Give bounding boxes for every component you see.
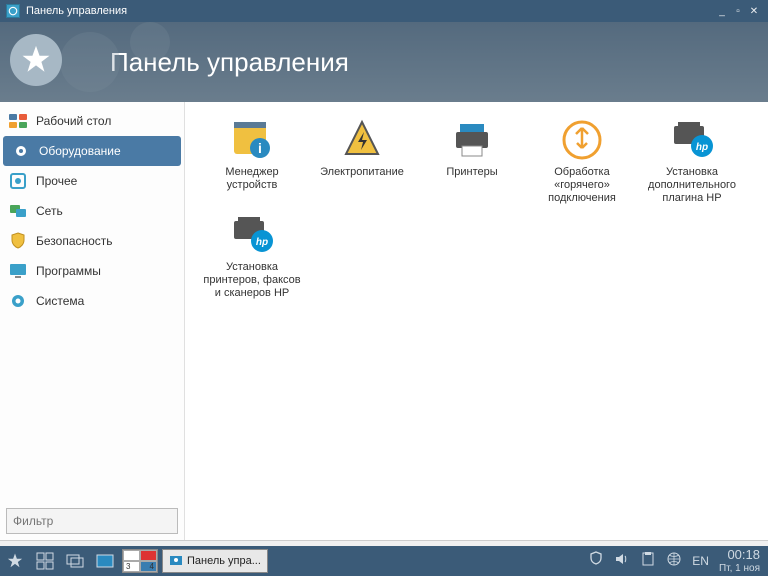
sidebar-item-label: Безопасность — [36, 234, 113, 248]
tile-hp-printers[interactable]: hp Установка принтеров, факсов и сканеро… — [197, 209, 307, 304]
task-label: Панель упра... — [187, 555, 261, 567]
sidebar-item-security[interactable]: Безопасность — [0, 226, 184, 256]
tray-volume-icon[interactable] — [614, 551, 630, 570]
other-icon — [8, 171, 28, 191]
svg-text:i: i — [258, 140, 262, 156]
sidebar-item-system[interactable]: Система — [0, 286, 184, 316]
tile-hp-plugin[interactable]: hp Установка дополнительного плагина HP — [637, 114, 747, 209]
system-tray: EN 00:18 Пт, 1 ноя — [588, 548, 768, 573]
taskbar-task-control-panel[interactable]: Панель упра... — [162, 549, 268, 573]
sidebar-item-label: Программы — [36, 264, 101, 278]
hardware-icon — [11, 141, 31, 161]
header-banner: Панель управления — [0, 22, 768, 102]
tile-device-manager[interactable]: i Менеджер устройств — [197, 114, 307, 209]
maximize-button[interactable]: ▫ — [730, 6, 746, 17]
tile-label: Принтеры — [446, 166, 497, 179]
window-titlebar: Панель управления _ ▫ ✕ — [0, 0, 768, 22]
device-manager-icon: i — [230, 118, 274, 162]
sidebar-item-label: Сеть — [36, 204, 63, 218]
minimize-button[interactable]: _ — [714, 6, 730, 17]
sidebar-item-label: Система — [36, 294, 84, 308]
shield-icon — [8, 231, 28, 251]
sidebar-item-label: Оборудование — [39, 144, 121, 158]
gear-icon — [8, 291, 28, 311]
usb-icon — [560, 118, 604, 162]
sidebar-item-other[interactable]: Прочее — [0, 166, 184, 196]
tray-language[interactable]: EN — [692, 554, 709, 568]
svg-text:hp: hp — [256, 237, 268, 248]
tray-clipboard-icon[interactable] — [640, 551, 656, 570]
tiles-area: i Менеджер устройств Электропитание Прин… — [185, 102, 768, 540]
clock-date: Пт, 1 ноя — [719, 563, 760, 574]
tile-power[interactable]: Электропитание — [307, 114, 417, 209]
tray-network-icon[interactable] — [666, 551, 682, 570]
hp-printer-icon: hp — [230, 213, 274, 257]
sidebar-item-programs[interactable]: Программы — [0, 256, 184, 286]
tile-label: Установка дополнительного плагина HP — [641, 166, 743, 206]
taskbar: 3 4 Панель упра... EN 00:18 Пт, 1 ноя — [0, 546, 768, 576]
tile-label: Менеджер устройств — [201, 166, 303, 192]
window-title: Панель управления — [26, 5, 127, 17]
taskbar-windows-icon[interactable] — [60, 546, 90, 576]
desktop-icon — [8, 111, 28, 131]
tile-label: Обработка «горячего» подключения — [531, 166, 633, 206]
tile-hotplug[interactable]: Обработка «горячего» подключения — [527, 114, 637, 209]
tray-shield-icon[interactable] — [588, 551, 604, 570]
clock-time: 00:18 — [719, 548, 760, 562]
category-sidebar: Рабочий стол Оборудование Прочее Сеть Бе… — [0, 102, 185, 540]
network-icon — [8, 201, 28, 221]
start-menu-button[interactable] — [0, 546, 30, 576]
power-icon — [340, 118, 384, 162]
svg-text:hp: hp — [696, 142, 708, 153]
sidebar-item-desktop[interactable]: Рабочий стол — [0, 106, 184, 136]
close-window-button[interactable]: ✕ — [746, 6, 762, 17]
monitor-icon — [8, 261, 28, 281]
filter-input[interactable] — [6, 508, 178, 534]
sidebar-item-label: Прочее — [36, 174, 77, 188]
hp-plugin-icon: hp — [670, 118, 714, 162]
header-star-icon — [10, 34, 62, 86]
tile-label: Электропитание — [320, 166, 404, 179]
sidebar-item-label: Рабочий стол — [36, 114, 111, 128]
workspace-pager[interactable]: 3 4 — [122, 549, 158, 573]
taskbar-clock[interactable]: 00:18 Пт, 1 ноя — [719, 548, 760, 573]
sidebar-item-hardware[interactable]: Оборудование — [3, 136, 181, 166]
printer-icon — [450, 118, 494, 162]
window-icon — [6, 4, 20, 18]
sidebar-item-network[interactable]: Сеть — [0, 196, 184, 226]
taskbar-apps-icon[interactable] — [30, 546, 60, 576]
tile-printers[interactable]: Принтеры — [417, 114, 527, 209]
show-desktop-button[interactable] — [90, 546, 120, 576]
tile-label: Установка принтеров, факсов и сканеров H… — [201, 261, 303, 301]
